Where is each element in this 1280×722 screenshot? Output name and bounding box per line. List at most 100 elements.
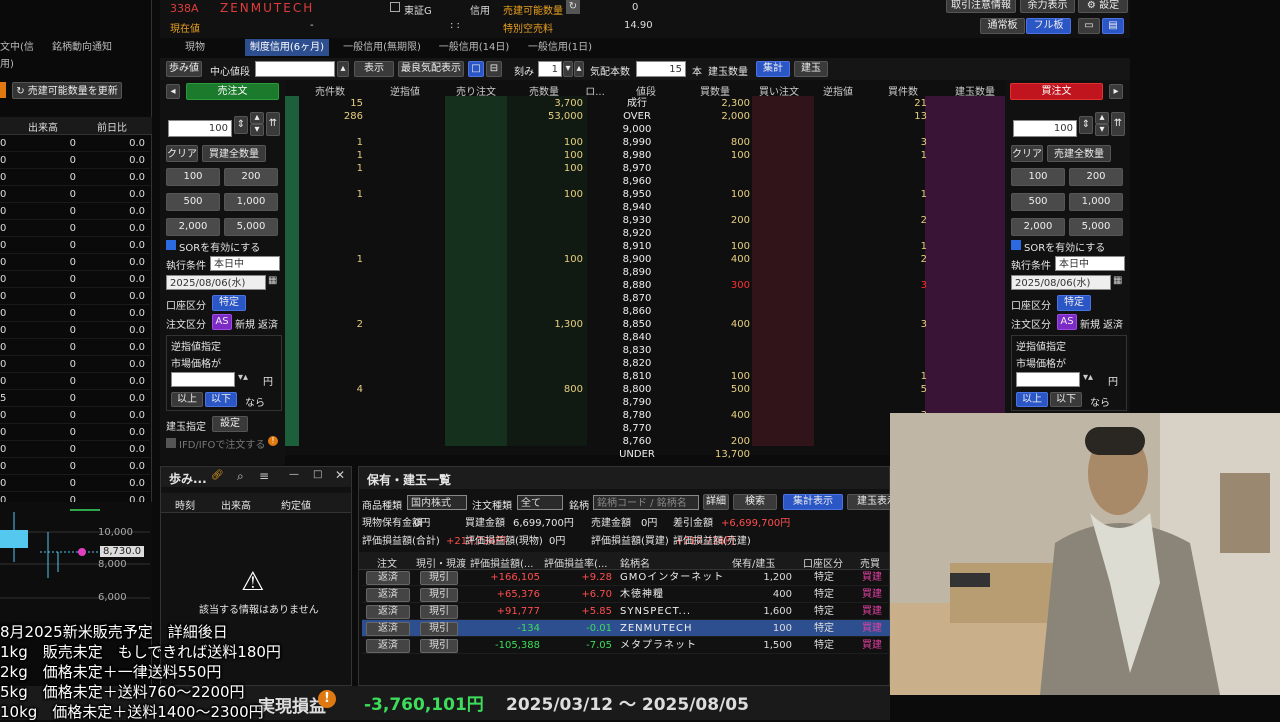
normal-board-button[interactable]: 通常板 xyxy=(980,18,1025,34)
board-row[interactable]: 8,840 xyxy=(285,331,1005,344)
price[interactable]: 8,890 xyxy=(607,266,667,279)
buy-qty-500[interactable]: 500 xyxy=(1011,193,1065,211)
genbiki-button[interactable]: 現引 xyxy=(420,588,458,602)
sell-qty-200[interactable]: 200 xyxy=(224,168,278,186)
list-item[interactable]: 0 0 0.0 xyxy=(0,424,150,441)
buy-qty-2,000[interactable]: 2,000 xyxy=(1011,218,1065,236)
price[interactable]: 8,940 xyxy=(607,201,667,214)
link-icon[interactable]: 🔗︎ xyxy=(211,470,224,481)
buy-calendar-icon[interactable]: ▦ xyxy=(1113,275,1122,286)
sell-qty-down-icon[interactable]: ▾ xyxy=(250,124,264,136)
search-icon[interactable]: ⌕ xyxy=(237,469,244,484)
buy-as-button[interactable]: AS xyxy=(1057,314,1077,330)
buy-qty-1,000[interactable]: 1,000 xyxy=(1069,193,1123,211)
price[interactable]: 8,970 xyxy=(607,162,667,175)
menu-icon[interactable]: ≡ xyxy=(259,469,269,483)
price[interactable]: 8,960 xyxy=(607,175,667,188)
board-row[interactable]: 8,830 xyxy=(285,344,1005,357)
price[interactable]: 8,900 xyxy=(607,253,667,266)
center-price-input[interactable] xyxy=(255,61,335,77)
buy-exec-select[interactable]: 本日中 xyxy=(1055,256,1125,271)
board-row[interactable]: 15 3,700 成行 2,300 21 xyxy=(285,97,1005,110)
sell-close-label[interactable]: 返済 xyxy=(258,316,278,331)
buy-stop-spin-icon[interactable]: ▾▴ xyxy=(1083,372,1093,383)
holdings-col-header[interactable]: 注文 xyxy=(377,555,397,570)
sell-all-button[interactable]: 買建全数量 xyxy=(202,145,266,162)
buy-date-input[interactable]: 2025/08/06(水) xyxy=(1011,275,1111,290)
sell-date-input[interactable]: 2025/08/06(水) xyxy=(166,275,266,290)
board-row[interactable]: 8,880 300 3 xyxy=(285,279,1005,292)
buy-stop-price-input[interactable] xyxy=(1016,372,1080,387)
sell-as-button[interactable]: AS xyxy=(212,314,232,330)
holdings-col-header[interactable]: 現引・現渡 xyxy=(416,555,466,570)
price[interactable]: 8,930 xyxy=(607,214,667,227)
buy-all-button[interactable]: 売建全数量 xyxy=(1047,145,1111,162)
price[interactable]: 8,780 xyxy=(607,409,667,422)
board-layout2-icon[interactable]: ⊟ xyxy=(486,61,502,77)
sell-clear-button[interactable]: クリア xyxy=(166,145,198,162)
sum-display-button[interactable]: 集計表示 xyxy=(783,494,843,510)
buy-new-label[interactable]: 新規 xyxy=(1080,316,1100,331)
sell-qty-top-icon[interactable]: ⇈ xyxy=(266,112,280,136)
table-row[interactable]: 返済 現引 -105,388 -7.05 メタプラネット 1,500 特定 買建 xyxy=(362,637,890,654)
price[interactable]: 成行 xyxy=(607,97,667,110)
buy-qty-down-icon[interactable]: ▾ xyxy=(1095,124,1109,136)
buy-clear-button[interactable]: クリア xyxy=(1011,145,1043,162)
board-row[interactable]: 8,790 xyxy=(285,396,1005,409)
list-item[interactable]: 0 0 0.0 xyxy=(0,407,150,424)
buy-qty-200[interactable]: 200 xyxy=(1069,168,1123,186)
price[interactable]: 8,880 xyxy=(607,279,667,292)
sell-acct-button[interactable]: 特定 xyxy=(212,295,246,311)
list-item[interactable]: 0 0 0.0 xyxy=(0,356,150,373)
highlight-button[interactable]: 最良気配表示 xyxy=(398,61,464,77)
center-price-dropdown-icon[interactable]: ▴ xyxy=(337,61,349,77)
price[interactable]: 9,000 xyxy=(607,123,667,136)
left-tab-notice[interactable]: 銘柄動向通知 xyxy=(52,39,122,56)
list-item[interactable]: 0 0 0.0 xyxy=(0,373,150,390)
buy-qty-up-icon[interactable]: ▴ xyxy=(1095,112,1109,124)
sellable-refresh-icon[interactable]: ↻ xyxy=(566,0,580,14)
list-item[interactable]: 0 0 0.0 xyxy=(0,169,150,186)
list-item[interactable]: 0 0 0.0 xyxy=(0,152,150,169)
display-button[interactable]: 表示 xyxy=(354,61,394,77)
price[interactable]: 8,810 xyxy=(607,370,667,383)
board-row[interactable]: 8,870 xyxy=(285,292,1005,305)
sell-qty-input[interactable]: 100 xyxy=(168,120,232,137)
notice-button[interactable]: 取引注意情報 xyxy=(946,0,1016,13)
board-row[interactable]: 8,860 xyxy=(285,305,1005,318)
sell-qty-2,000[interactable]: 2,000 xyxy=(166,218,220,236)
close-button[interactable]: 返済 xyxy=(366,622,410,636)
sell-new-label[interactable]: 新規 xyxy=(235,316,255,331)
brand-input[interactable]: 銘柄コード / 銘柄名 xyxy=(593,495,699,510)
step-dropdown-icon[interactable]: ▾ xyxy=(563,61,573,77)
price[interactable]: 8,760 xyxy=(607,435,667,448)
holdings-col-header[interactable]: 売買 xyxy=(860,555,880,570)
holdings-col-header[interactable]: 評価損益率(... xyxy=(544,555,607,570)
buy-qty-top-icon[interactable]: ⇈ xyxy=(1111,112,1125,136)
total-button[interactable]: 集計 xyxy=(756,61,790,77)
buy-panel-collapse-icon[interactable]: ▸ xyxy=(1109,84,1123,99)
sell-below-button[interactable]: 以下 xyxy=(205,392,237,407)
detail-button[interactable]: 詳細 xyxy=(703,494,729,510)
board-row[interactable]: 8,810 100 1 xyxy=(285,370,1005,383)
price[interactable]: 8,920 xyxy=(607,227,667,240)
type-select[interactable]: 国内株式 xyxy=(407,495,467,510)
sell-qty-1,000[interactable]: 1,000 xyxy=(224,193,278,211)
sell-qty-500[interactable]: 500 xyxy=(166,193,220,211)
price[interactable]: UNDER xyxy=(607,448,667,461)
layout-split-icon[interactable]: ▤ xyxy=(1102,18,1124,34)
board-row[interactable]: 9,000 xyxy=(285,123,1005,136)
order-type-select[interactable]: 全て xyxy=(517,495,563,510)
buy-above-button[interactable]: 以上 xyxy=(1016,392,1048,407)
buy-qty-5,000[interactable]: 5,000 xyxy=(1069,218,1123,236)
board-layout-icon[interactable]: □ xyxy=(468,61,484,77)
board-row[interactable]: 4 800 8,800 500 5 xyxy=(285,383,1005,396)
price[interactable]: 8,830 xyxy=(607,344,667,357)
price[interactable]: 8,850 xyxy=(607,318,667,331)
sell-qty-dropdown-icon[interactable]: ⇕ xyxy=(234,116,248,134)
close-button[interactable]: 返済 xyxy=(366,588,410,602)
ayumi-button[interactable]: 歩み値 xyxy=(166,61,202,77)
list-item[interactable]: 0 0 0.0 xyxy=(0,339,150,356)
capacity-button[interactable]: 余力表示 xyxy=(1020,0,1075,13)
holdings-col-header[interactable]: 保有/建玉 xyxy=(732,555,775,570)
